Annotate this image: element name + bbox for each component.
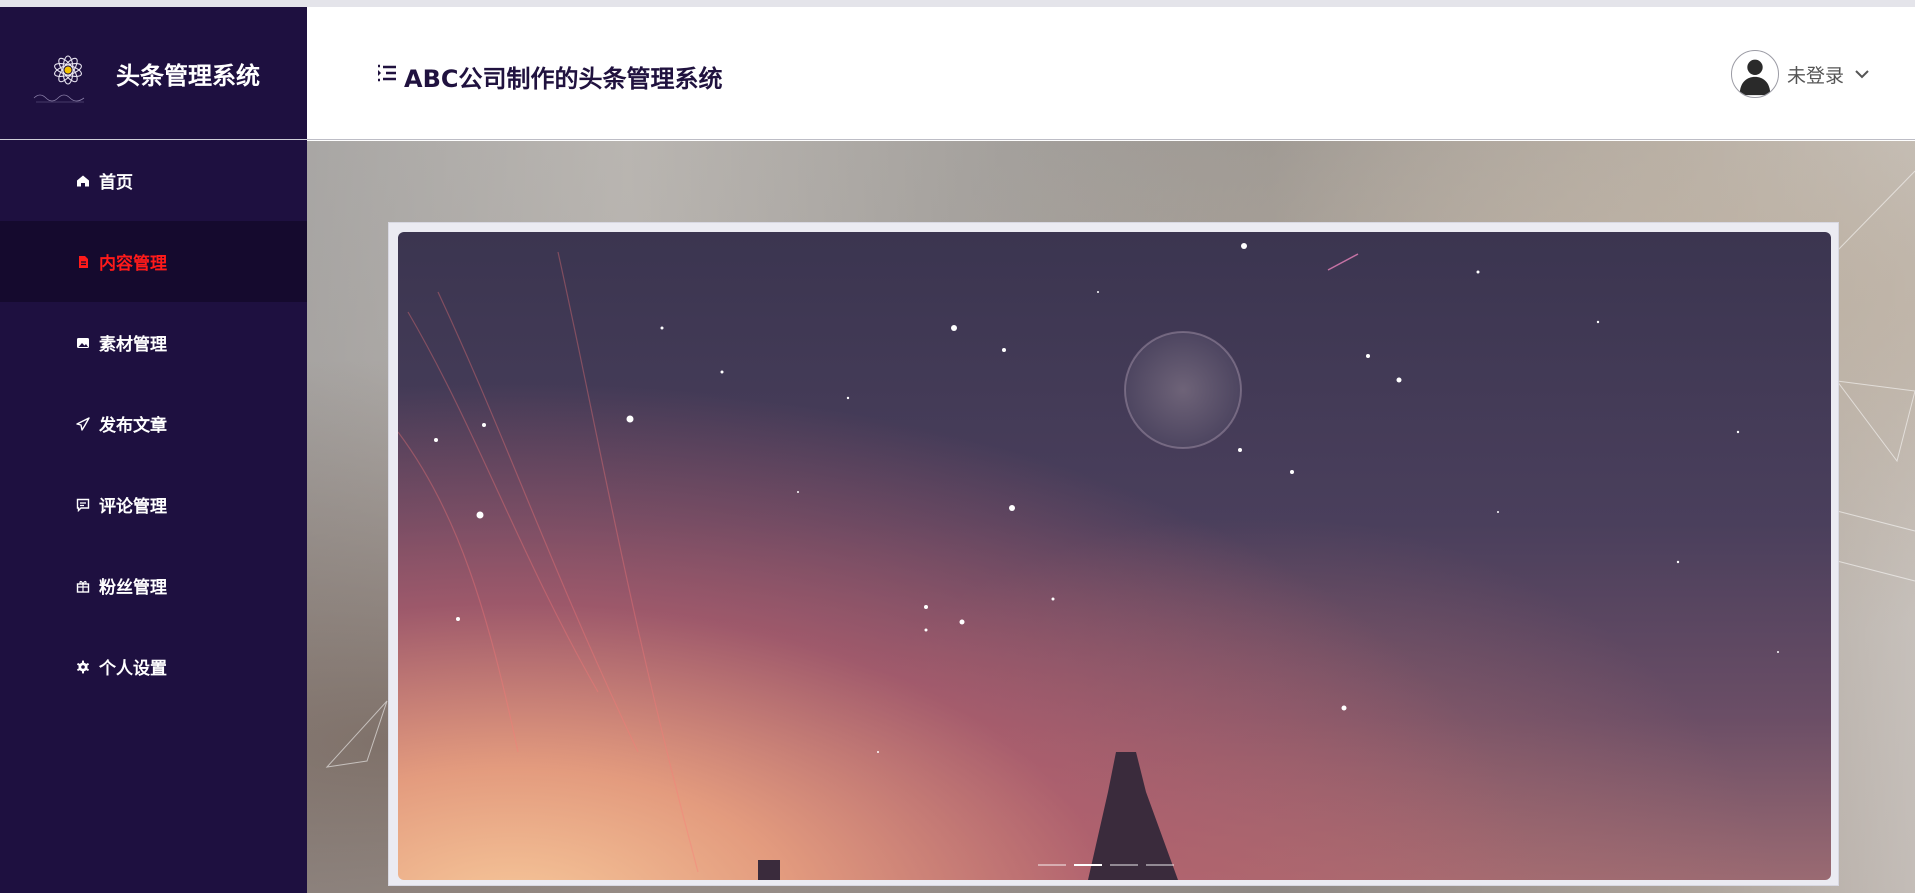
send-icon xyxy=(76,416,90,431)
page-title: ABC公司制作的头条管理系统 xyxy=(404,65,723,93)
browser-top-strip xyxy=(0,0,1915,7)
main-content xyxy=(307,141,1915,893)
carousel-indicator[interactable] xyxy=(1038,864,1066,866)
sidebar-item-label: 素材管理 xyxy=(99,335,167,355)
user-dropdown[interactable]: 未登录 xyxy=(1730,50,1870,98)
top-header: ABC公司制作的头条管理系统 未登录 xyxy=(307,7,1915,140)
sidebar-menu: 首页 内容管理 素材管理 发布文章 评论管理 粉丝管理 个人设置 xyxy=(0,140,307,707)
home-icon xyxy=(76,174,90,188)
sidebar-item-label: 粉丝管理 xyxy=(99,578,167,598)
comment-icon xyxy=(76,498,90,512)
carousel-indicators xyxy=(1038,864,1174,866)
sidebar-item-label: 评论管理 xyxy=(99,497,167,517)
carousel-indicator[interactable] xyxy=(1074,864,1102,866)
user-name[interactable]: 未登录 xyxy=(1787,61,1844,88)
sidebar-item-label: 个人设置 xyxy=(99,659,167,679)
carousel[interactable] xyxy=(398,232,1831,880)
sidebar-item-settings[interactable]: 个人设置 xyxy=(0,626,307,707)
carousel-indicator[interactable] xyxy=(1110,864,1138,866)
carousel-indicator[interactable] xyxy=(1146,864,1174,866)
sidebar: 头条管理系统 首页 内容管理 素材管理 发布文章 评论管理 粉丝管理 个人设置 xyxy=(0,7,307,893)
carousel-frame xyxy=(388,222,1839,886)
sidebar-item-publish[interactable]: 发布文章 xyxy=(0,383,307,464)
image-icon xyxy=(76,336,90,350)
avatar[interactable] xyxy=(1730,50,1779,98)
sidebar-item-home[interactable]: 首页 xyxy=(0,140,307,221)
user-avatar-icon xyxy=(1739,59,1771,96)
sidebar-item-material[interactable]: 素材管理 xyxy=(0,302,307,383)
gift-icon xyxy=(76,579,90,593)
document-icon xyxy=(76,255,90,269)
sidebar-item-label: 内容管理 xyxy=(99,254,167,274)
carousel-slide-image xyxy=(398,243,1779,880)
brand-logo-icon xyxy=(30,38,110,108)
sidebar-item-label: 首页 xyxy=(99,173,133,193)
sidebar-item-fans[interactable]: 粉丝管理 xyxy=(0,545,307,626)
sidebar-item-label: 发布文章 xyxy=(99,416,167,436)
brand[interactable]: 头条管理系统 xyxy=(0,7,307,140)
sidebar-item-comments[interactable]: 评论管理 xyxy=(0,464,307,545)
chevron-down-icon[interactable] xyxy=(1854,68,1870,80)
gear-icon xyxy=(76,660,90,674)
menu-toggle-icon[interactable] xyxy=(377,64,397,82)
brand-title: 头条管理系统 xyxy=(116,61,260,90)
sidebar-item-content[interactable]: 内容管理 xyxy=(0,221,307,302)
